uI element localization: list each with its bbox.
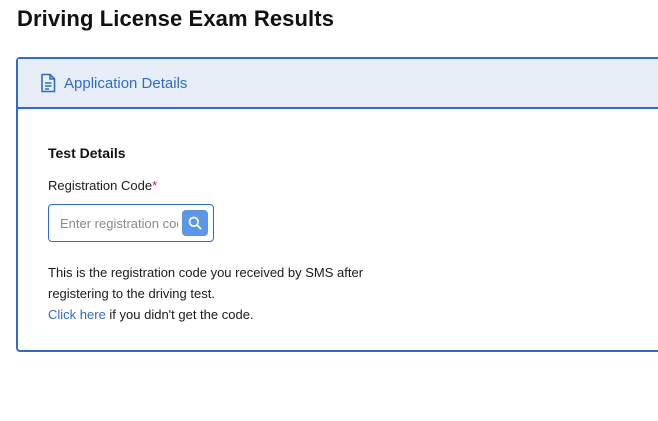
registration-code-label-text: Registration Code (48, 178, 153, 193)
help-text-link-suffix: if you didn't get the code. (105, 307, 254, 322)
search-icon (188, 216, 202, 230)
search-button[interactable] (182, 210, 208, 236)
section-title: Test Details (48, 145, 126, 161)
help-text: This is the registration code you receiv… (48, 262, 408, 325)
page-title: Driving License Exam Results (17, 6, 335, 31)
registration-code-field (48, 204, 214, 242)
help-text-link-line: Click here if you didn't get the code. (48, 304, 408, 325)
registration-code-label: Registration Code* (48, 178, 157, 193)
required-marker: * (152, 178, 158, 193)
document-icon (40, 73, 56, 93)
registration-code-input[interactable] (60, 215, 178, 231)
application-details-card: Application Details Test Details Registr… (16, 57, 658, 352)
help-text-description: This is the registration code you receiv… (48, 265, 364, 301)
click-here-link[interactable]: Click here (48, 307, 106, 322)
card-header: Application Details (18, 59, 658, 109)
card-header-title: Application Details (64, 74, 188, 92)
